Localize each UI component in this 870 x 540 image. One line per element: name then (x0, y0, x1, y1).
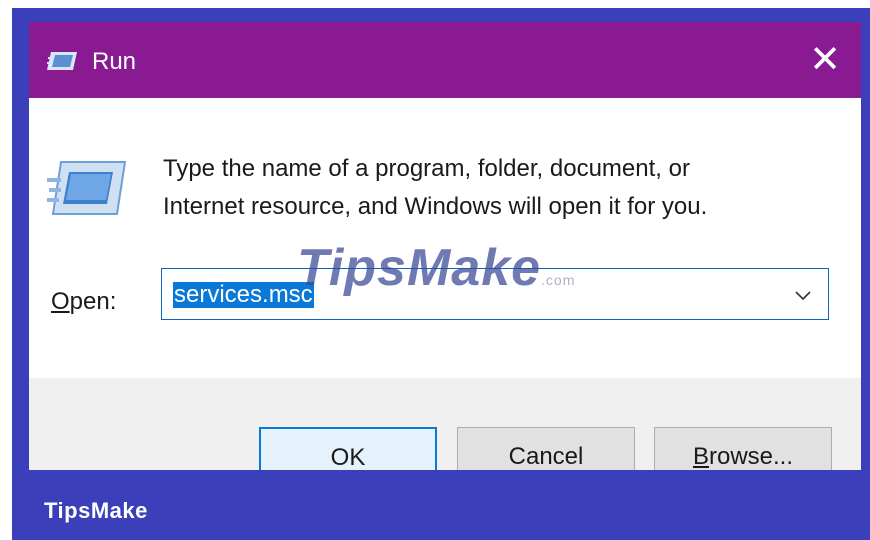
description-line-2: Internet resource, and Windows will open… (163, 193, 708, 220)
chevron-down-icon[interactable] (792, 284, 814, 306)
open-label: Open: (51, 288, 116, 316)
button-bar: OK Cancel Browse... (29, 378, 861, 470)
close-icon: ✕ (809, 37, 841, 81)
cancel-button[interactable]: Cancel (457, 427, 635, 470)
description-text: Type the name of a program, folder, docu… (163, 150, 843, 226)
run-icon-large (47, 161, 127, 215)
open-input-selected-text[interactable]: services.msc (173, 282, 314, 308)
brand-label: TipsMake (44, 498, 148, 523)
open-label-accelerator: O (51, 288, 70, 315)
open-label-rest: pen: (69, 288, 117, 315)
title-bar[interactable]: Run ✕ (29, 22, 861, 98)
description-line-1: Type the name of a program, folder, docu… (163, 155, 690, 182)
watermark-text: TipsMake (297, 239, 542, 297)
watermark-suffix: .com (541, 272, 576, 288)
browse-accelerator: B (692, 443, 709, 470)
ok-button[interactable]: OK (259, 427, 437, 470)
watermark: TipsMake.com (297, 238, 575, 298)
browse-button[interactable]: Browse... (654, 427, 832, 470)
close-button[interactable]: ✕ (799, 36, 851, 84)
run-icon (47, 52, 77, 70)
window-title: Run (92, 48, 137, 75)
browse-label-rest: rowse... (708, 443, 794, 470)
